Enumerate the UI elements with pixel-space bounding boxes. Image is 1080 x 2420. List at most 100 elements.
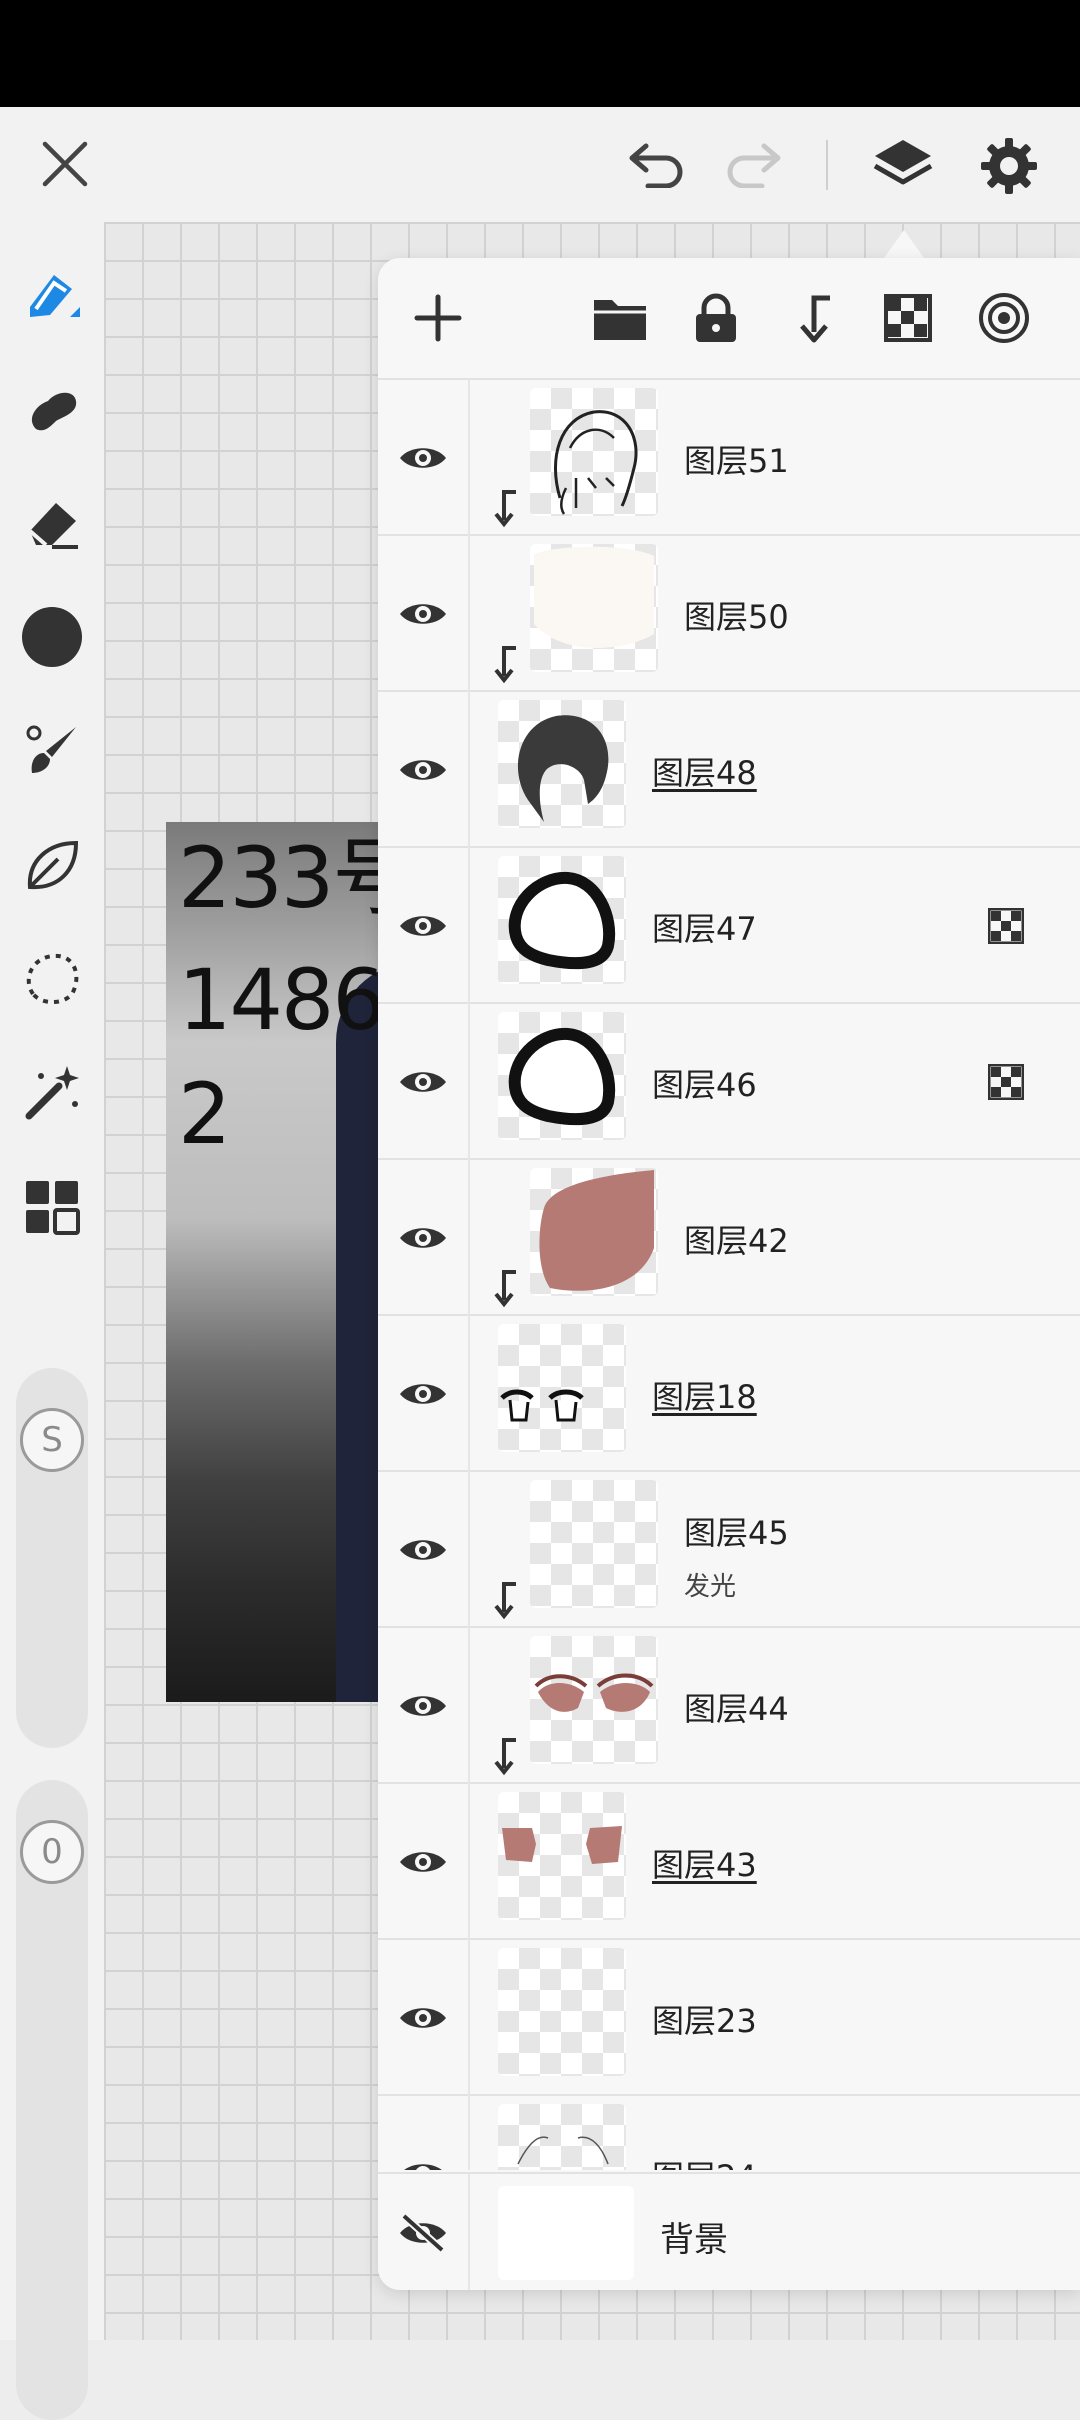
clip-arrow-icon[interactable]	[784, 290, 840, 346]
layer-name: 图层47	[652, 910, 757, 948]
layer-name: 图层44	[684, 1690, 789, 1728]
layer-name: 图层42	[684, 1222, 789, 1260]
size-label: S	[41, 1420, 63, 1460]
eye-icon[interactable]	[398, 1215, 448, 1261]
status-bar	[0, 0, 1080, 107]
visibility-column	[378, 1472, 470, 1628]
layer-thumbnail	[530, 1480, 658, 1608]
paint-brush-icon[interactable]	[17, 716, 87, 786]
visibility-column	[378, 2174, 470, 2290]
magic-wand-icon[interactable]	[17, 1058, 87, 1128]
eye-icon[interactable]	[398, 1839, 448, 1885]
lasso-icon[interactable]	[17, 944, 87, 1014]
eye-icon[interactable]	[398, 1527, 448, 1573]
opacity-slider[interactable]: 0	[16, 1780, 88, 2420]
visibility-column	[378, 1784, 470, 1940]
layer-row[interactable]: 图层24	[378, 2096, 1080, 2170]
eye-icon[interactable]	[398, 1683, 448, 1729]
eye-icon[interactable]	[398, 1995, 448, 2041]
layer-row[interactable]: 图层50	[378, 536, 1080, 692]
layer-row[interactable]: 图层44	[378, 1628, 1080, 1784]
layer-blend-mode: 发光	[684, 1572, 737, 1602]
visibility-column	[378, 2096, 470, 2170]
artwork-text-line-2: 1486	[178, 951, 386, 1049]
layer-panel: 图层51 图层50 图层48 图层47 图层46 图层42 图层18 图层45 …	[378, 258, 1080, 2290]
tool-sidebar: S 0	[0, 222, 104, 2420]
layers-icon[interactable]	[868, 133, 938, 199]
layer-panel-toolbar	[378, 258, 1080, 380]
checker-icon[interactable]	[880, 290, 936, 346]
panel-pointer	[884, 230, 924, 258]
eye-icon[interactable]	[398, 2151, 448, 2170]
layer-thumbnail	[530, 388, 658, 516]
layer-name: 图层46	[652, 1066, 757, 1104]
visibility-column	[378, 380, 470, 536]
folder-icon[interactable]	[592, 290, 648, 346]
layer-name: 图层24	[652, 2152, 757, 2170]
layer-name: 图层50	[684, 598, 789, 636]
eye-icon[interactable]	[398, 747, 448, 793]
lock-icon[interactable]	[688, 290, 744, 346]
redo-icon[interactable]	[718, 133, 788, 195]
close-icon[interactable]	[34, 133, 96, 195]
layer-thumbnail	[498, 1948, 626, 2076]
layer-thumbnail	[530, 544, 658, 672]
eye-icon[interactable]	[398, 1059, 448, 1105]
background-layer-row[interactable]: 背景	[378, 2172, 1080, 2290]
layer-thumbnail	[498, 1012, 626, 1140]
brush-icon[interactable]	[17, 374, 87, 444]
fill-circle-icon[interactable]	[17, 602, 87, 672]
brush-size-knob[interactable]: S	[20, 1408, 84, 1472]
grid-menu-icon[interactable]	[17, 1172, 87, 1242]
alpha-lock-icon[interactable]	[988, 908, 1024, 944]
layer-name: 图层45	[684, 1514, 789, 1552]
eye-icon[interactable]	[398, 591, 448, 637]
leaf-icon[interactable]	[17, 830, 87, 900]
eye-icon[interactable]	[398, 435, 448, 481]
layer-thumbnail	[498, 1324, 626, 1452]
visibility-column	[378, 692, 470, 848]
layer-row[interactable]: 图层18	[378, 1316, 1080, 1472]
visibility-column	[378, 1004, 470, 1160]
artwork-text-line-3: 2	[178, 1065, 231, 1163]
target-icon[interactable]	[976, 290, 1032, 346]
clip-indicator-icon	[494, 490, 516, 528]
brush-size-slider[interactable]: S	[16, 1368, 88, 1748]
pen-icon[interactable]	[17, 260, 87, 330]
visibility-column	[378, 1628, 470, 1784]
layer-thumbnail	[530, 1636, 658, 1764]
clip-indicator-icon	[494, 646, 516, 684]
visibility-column	[378, 1160, 470, 1316]
layer-row[interactable]: 图层51	[378, 380, 1080, 536]
layer-row[interactable]: 图层48	[378, 692, 1080, 848]
eraser-icon[interactable]	[17, 488, 87, 558]
layer-row[interactable]: 图层42	[378, 1160, 1080, 1316]
add-icon[interactable]	[410, 290, 466, 346]
layer-row[interactable]: 图层46	[378, 1004, 1080, 1160]
layer-name: 图层18	[652, 1378, 757, 1416]
clip-indicator-icon	[494, 1270, 516, 1308]
eye-icon[interactable]	[398, 1371, 448, 1417]
alpha-lock-icon[interactable]	[988, 1064, 1024, 1100]
clip-indicator-icon	[494, 1582, 516, 1620]
layer-row[interactable]: 图层45 发光	[378, 1472, 1080, 1628]
gear-icon[interactable]	[976, 135, 1042, 197]
layer-thumbnail	[498, 700, 626, 828]
undo-icon[interactable]	[622, 133, 692, 195]
background-layer-name: 背景	[660, 2220, 728, 2260]
toolbar-divider	[826, 140, 828, 190]
opacity-label: 0	[41, 1832, 63, 1872]
layer-row[interactable]: 图层43	[378, 1784, 1080, 1940]
eye-hidden-icon[interactable]	[398, 2210, 448, 2256]
layer-row[interactable]: 图层23	[378, 1940, 1080, 2096]
eye-icon[interactable]	[398, 903, 448, 949]
visibility-column	[378, 536, 470, 692]
layer-thumbnail	[530, 1168, 658, 1296]
opacity-knob[interactable]: 0	[20, 1820, 84, 1884]
layer-list[interactable]: 图层51 图层50 图层48 图层47 图层46 图层42 图层18 图层45 …	[378, 380, 1080, 2170]
visibility-column	[378, 1316, 470, 1472]
layer-name: 图层43	[652, 1846, 757, 1884]
layer-name: 图层48	[652, 754, 757, 792]
background-thumbnail	[498, 2186, 634, 2280]
layer-row[interactable]: 图层47	[378, 848, 1080, 1004]
